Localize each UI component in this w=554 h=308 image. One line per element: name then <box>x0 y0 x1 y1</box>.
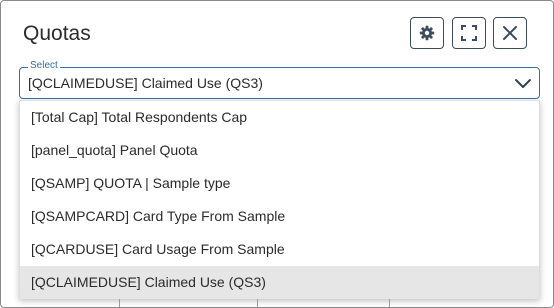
list-item[interactable]: [Total Cap] Total Respondents Cap <box>20 101 539 134</box>
select-value: [QCLAIMEDUSE] Claimed Use (QS3) <box>28 75 263 91</box>
settings-button[interactable] <box>410 17 444 49</box>
panel-title: Quotas <box>23 22 91 45</box>
gear-icon <box>419 25 435 41</box>
list-item[interactable]: [panel_quota] Panel Quota <box>20 134 539 167</box>
close-icon <box>503 26 517 40</box>
list-item[interactable]: [QCARDUSE] Card Usage From Sample <box>20 233 539 266</box>
close-button[interactable] <box>493 17 527 49</box>
list-item-selected[interactable]: [QCLAIMEDUSE] Claimed Use (QS3) <box>20 266 539 299</box>
list-item[interactable]: [QSAMP] QUOTA | Sample type <box>20 167 539 200</box>
select-dropdown-list: [Total Cap] Total Respondents Cap [panel… <box>19 100 540 299</box>
list-item[interactable]: [QSAMPCARD] Card Type From Sample <box>20 200 539 233</box>
background-divider <box>257 299 258 307</box>
expand-icon <box>461 25 477 41</box>
background-divider <box>389 299 390 307</box>
background-divider <box>119 299 120 307</box>
expand-button[interactable] <box>452 17 486 49</box>
quotas-panel: Quotas Select [QCLAIMEDUSE] Claimed Use … <box>0 0 554 308</box>
chevron-down-icon[interactable] <box>515 75 531 91</box>
select-label: Select <box>28 60 60 72</box>
